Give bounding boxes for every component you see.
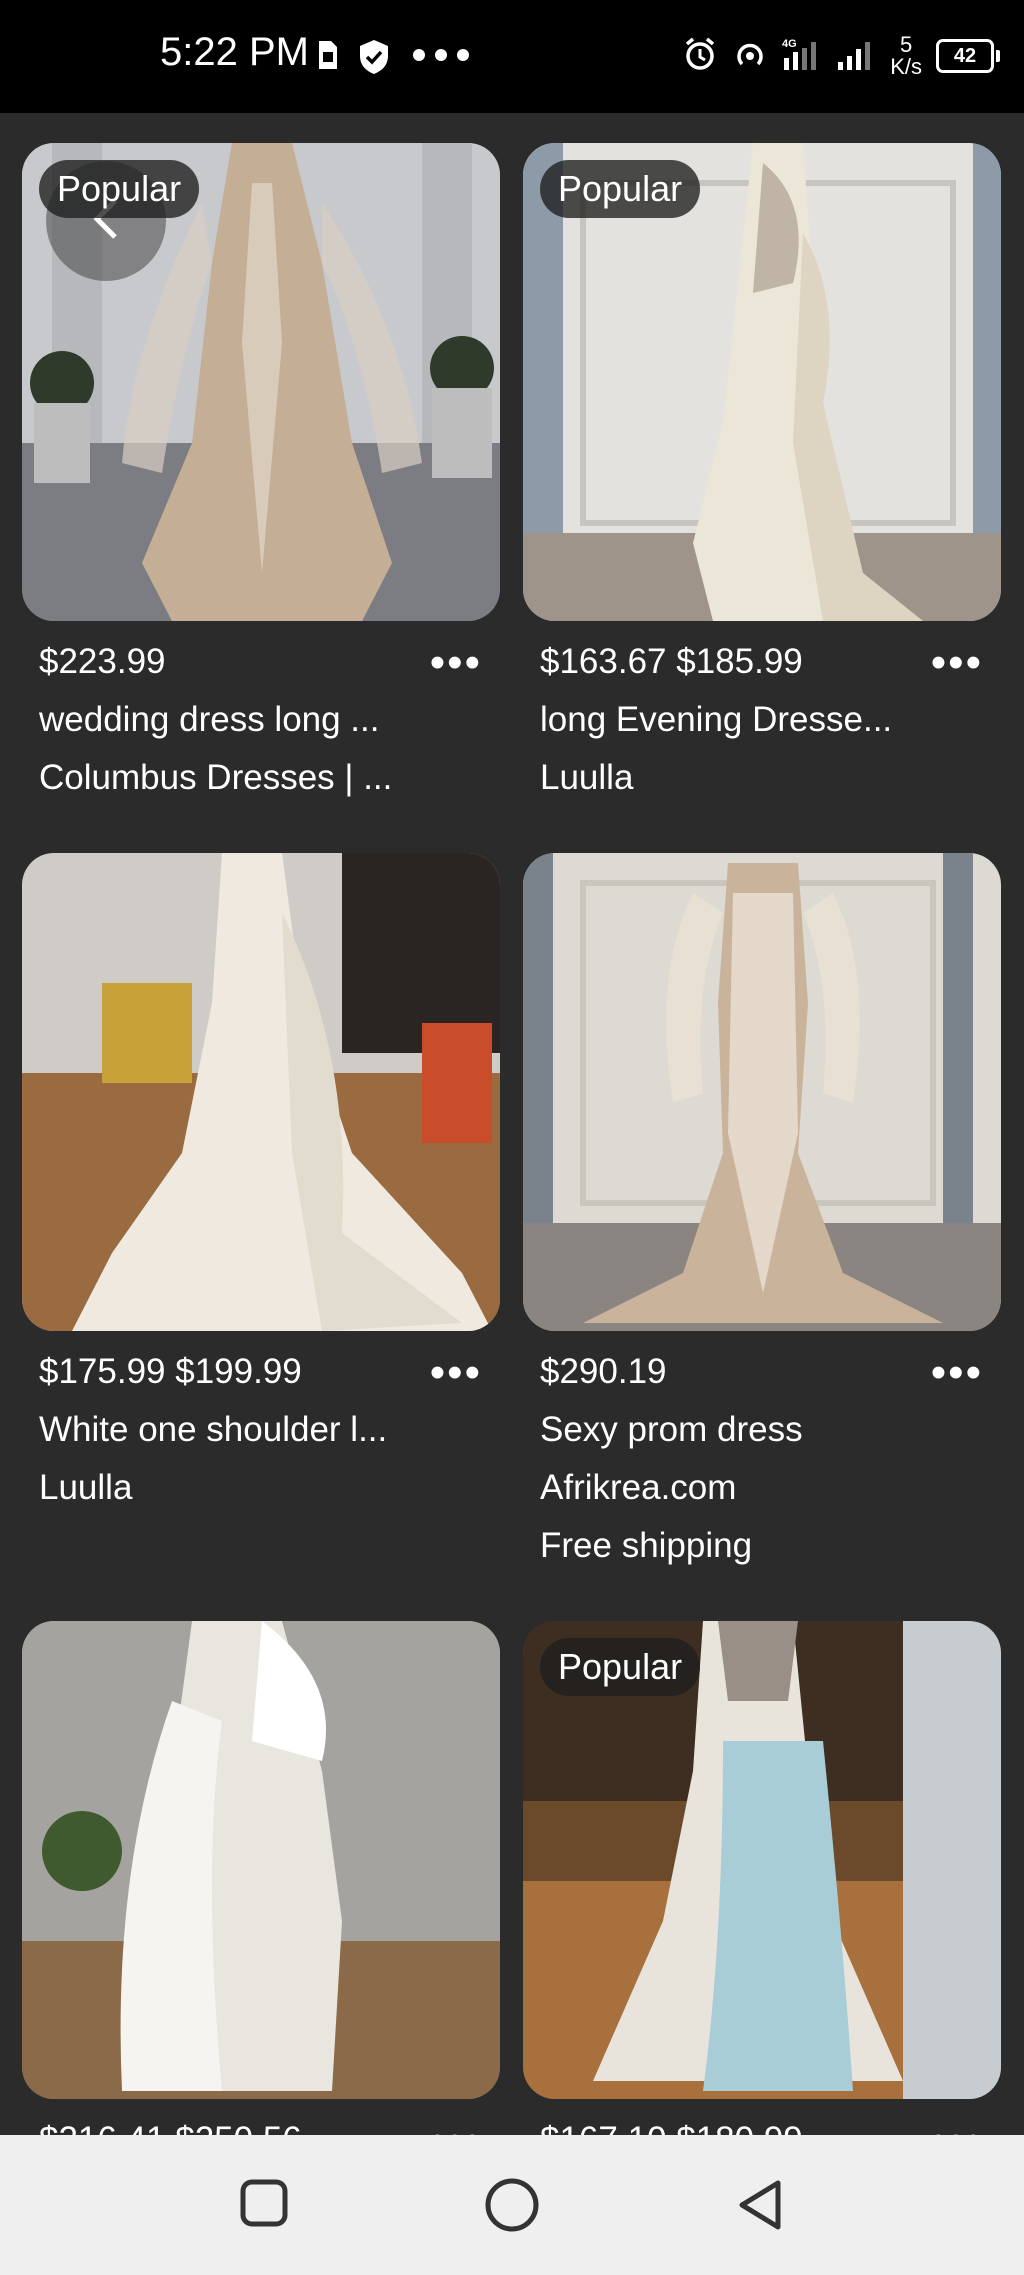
shipping-note: Free shipping	[540, 1526, 753, 1565]
pin-card[interactable]: Popular $223.99 wedding dress long ... C…	[22, 143, 500, 807]
pin-source: Luulla	[39, 1468, 133, 1507]
more-notifications-icon	[412, 48, 470, 67]
pin-title: wedding dress long ...	[39, 700, 380, 739]
popular-badge: Popular	[540, 1638, 701, 1696]
popular-badge: Popular	[39, 160, 200, 218]
pin-price: $223.99	[39, 642, 166, 681]
pin-card[interactable]: $175.99 $199.99 White one shoulder l... …	[22, 853, 500, 1517]
pin-price: $175.99 $199.99	[39, 1352, 302, 1391]
pin-price: $216.41 $250.56	[39, 2111, 483, 2135]
pin-meta: $175.99 $199.99 White one shoulder l... …	[22, 1331, 500, 1517]
pin-price: $167.10 $180.99	[540, 2111, 984, 2135]
pin-source: Afrikrea.com	[540, 1468, 737, 1507]
svg-text:4G: 4G	[782, 38, 797, 50]
dress-image[interactable]	[523, 853, 1001, 1331]
battery-icon: 42	[936, 39, 1000, 73]
pin-card[interactable]: Popular $163.67 $185.99 long Evening Dre…	[523, 143, 1001, 807]
shield-icon	[357, 38, 391, 81]
more-options-icon[interactable]: •••	[931, 641, 983, 685]
system-nav-bar	[0, 2135, 1024, 2275]
pin-card[interactable]: $290.19 Sexy prom dress Afrikrea.com Fre…	[523, 853, 1001, 1575]
pin-meta: $167.10 $180.99 •••	[523, 2099, 1001, 2136]
more-options-icon[interactable]: •••	[430, 641, 482, 685]
square-icon[interactable]	[238, 2177, 290, 2234]
hotspot-icon	[732, 36, 768, 77]
pin-source: Columbus Dresses | ...	[39, 758, 393, 797]
pin-feed: Popular $223.99 wedding dress long ... C…	[0, 113, 1024, 2135]
more-options-icon[interactable]: •••	[430, 2119, 482, 2136]
pin-card[interactable]: $216.41 $250.56 •••	[22, 1621, 500, 2135]
popular-badge: Popular	[540, 160, 701, 218]
dress-image[interactable]	[22, 853, 500, 1331]
pin-meta: $216.41 $250.56 •••	[22, 2099, 500, 2136]
sim-card-icon	[316, 38, 340, 77]
more-options-icon[interactable]: •••	[931, 1351, 983, 1395]
dress-image[interactable]: Popular	[523, 1621, 1001, 2099]
alarm-icon	[682, 36, 718, 77]
network-speed: 5 K/s	[890, 32, 922, 79]
circle-icon[interactable]	[484, 2177, 540, 2238]
pin-card[interactable]: Popular $167.10 $180.99 •••	[523, 1621, 1001, 2135]
pin-title: long Evening Dresse...	[540, 700, 893, 739]
status-right-group: 4G 5 K/s 42	[682, 30, 1000, 82]
dress-image[interactable]: Popular	[22, 143, 500, 621]
pin-title: White one shoulder l...	[39, 1410, 388, 1449]
pin-source: Luulla	[540, 758, 634, 797]
pin-meta: $290.19 Sexy prom dress Afrikrea.com Fre…	[523, 1331, 1001, 1575]
status-time: 5:22 PM	[160, 30, 309, 74]
pin-price: $290.19	[540, 1352, 667, 1391]
pin-price: $163.67 $185.99	[540, 642, 803, 681]
signal-4g-icon: 4G	[782, 36, 822, 77]
dress-image[interactable]: Popular	[523, 143, 1001, 621]
signal-icon	[836, 36, 876, 77]
pin-title: Sexy prom dress	[540, 1410, 803, 1449]
pin-meta: $223.99 wedding dress long ... Columbus …	[22, 621, 500, 807]
more-options-icon[interactable]: •••	[430, 1351, 482, 1395]
pin-meta: $163.67 $185.99 long Evening Dresse... L…	[523, 621, 1001, 807]
status-bar: 5:22 PM 4G 5 K/s 42	[0, 0, 1024, 113]
more-options-icon[interactable]: •••	[931, 2119, 983, 2136]
dress-image[interactable]	[22, 1621, 500, 2099]
triangle-back-icon[interactable]	[734, 2177, 786, 2238]
